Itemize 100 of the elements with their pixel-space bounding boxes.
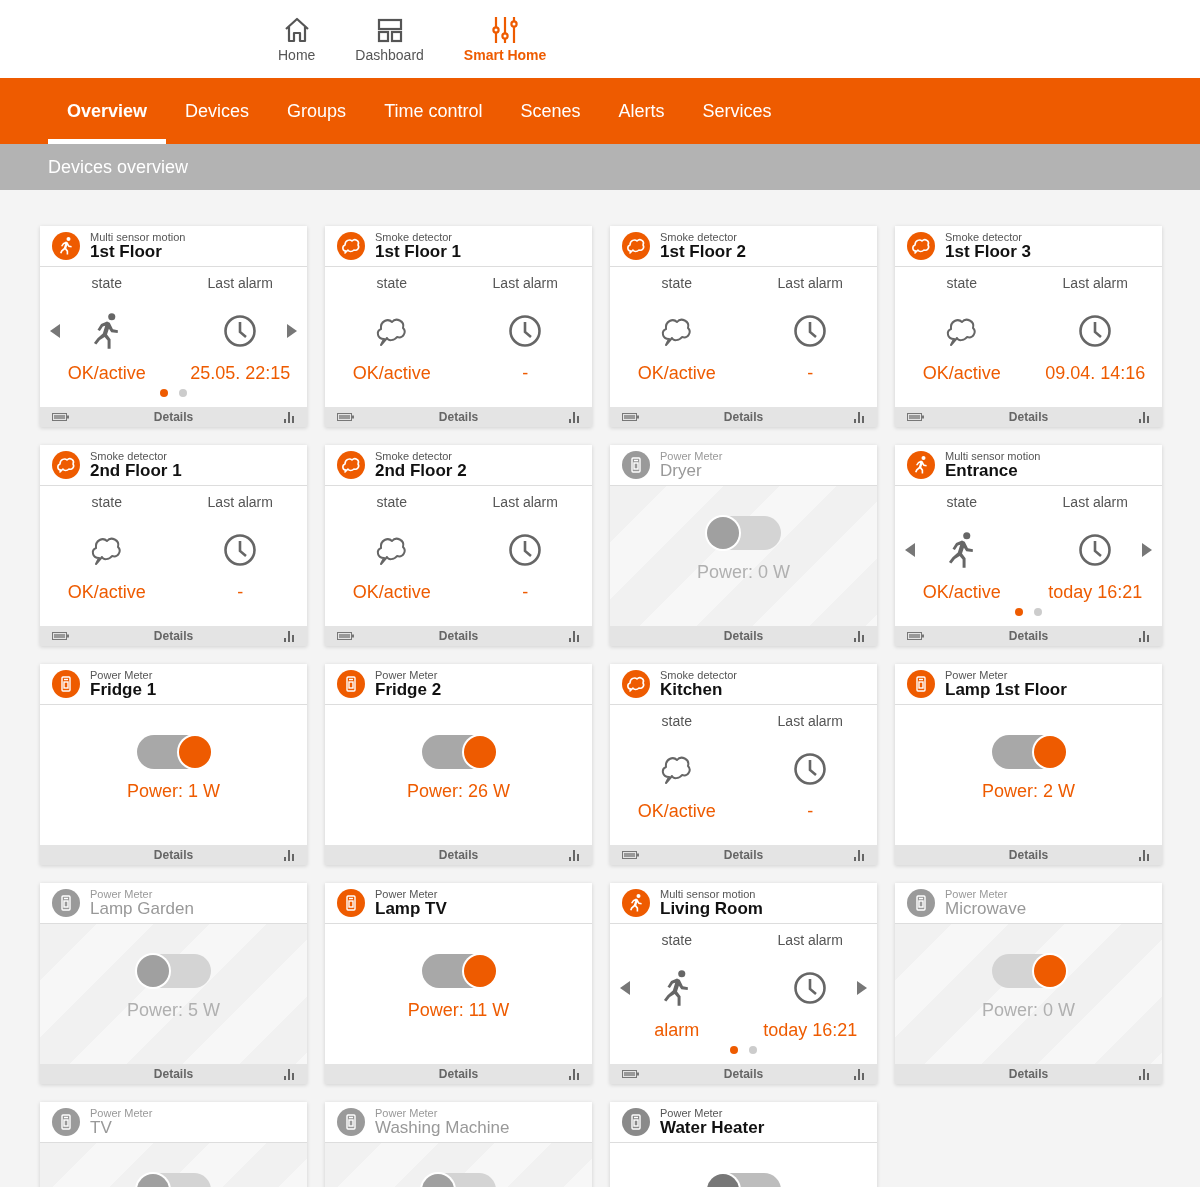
power-meter-icon (337, 1108, 365, 1136)
page-dot[interactable] (1015, 608, 1023, 616)
clock-icon (793, 314, 828, 348)
last-alarm-value: 09.04. 14:16 (1044, 363, 1147, 384)
state-value: OK/active (351, 582, 432, 603)
device-type: Multi sensor motion (660, 887, 757, 900)
next-arrow[interactable] (857, 981, 867, 995)
last-alarm-value: 25.05. 22:15 (189, 363, 292, 384)
battery-icon (52, 413, 69, 421)
state-value: OK/active (66, 363, 147, 384)
battery-icon (337, 413, 354, 421)
smoke-icon (622, 232, 650, 260)
state-value: OK/active (921, 582, 1002, 603)
tab[interactable]: Alerts (599, 78, 684, 144)
page-dot[interactable] (730, 1046, 738, 1054)
device-type: Smoke detector (90, 449, 169, 462)
battery-icon (622, 1070, 639, 1078)
device-type: Power Meter (945, 668, 1009, 681)
bar-chart-icon (1139, 630, 1150, 642)
device-name: Fridge 2 (375, 680, 442, 700)
bar-chart-icon (284, 630, 295, 642)
tab[interactable]: Devices (166, 78, 269, 144)
device-type: Power Meter (90, 887, 154, 900)
last-alarm-label: Last alarm (1061, 275, 1129, 291)
device-name: Lamp Garden (90, 899, 194, 919)
clock-icon (793, 971, 828, 1005)
last-alarm-label: Last alarm (206, 494, 274, 510)
device-name: Kitchen (660, 680, 724, 700)
bar-chart-icon (854, 630, 865, 642)
state-label: state (660, 713, 693, 729)
power-reading: Power: 1 W (127, 781, 220, 802)
bar-chart-icon (284, 411, 295, 423)
device-type: Smoke detector (375, 449, 454, 462)
clock-icon (508, 533, 543, 567)
tab[interactable]: Time control (365, 78, 502, 144)
device-type: Smoke detector (660, 230, 739, 243)
toggle-switch[interactable] (136, 735, 211, 769)
nav-item[interactable]: Smart Home (453, 0, 557, 78)
bar-chart-icon (854, 1068, 865, 1080)
device-name: Microwave (945, 899, 1027, 919)
clock-icon (223, 533, 258, 567)
battery-icon (907, 413, 924, 421)
last-alarm-value: today 16:21 (762, 1020, 859, 1041)
bar-chart-icon (854, 411, 865, 423)
power-meter-icon (337, 670, 365, 698)
power-reading: Power: 11 W (407, 1000, 510, 1021)
state-value: alarm (653, 1020, 701, 1041)
smoke-icon (337, 232, 365, 260)
bar-chart-icon (284, 1068, 295, 1080)
running-person-icon (622, 889, 650, 917)
device-type: Multi sensor motion (90, 230, 186, 243)
left-triangle-icon (905, 543, 915, 557)
next-arrow[interactable] (287, 324, 297, 338)
device-name: 1st Floor 2 (660, 242, 746, 262)
bar-chart-icon (854, 849, 865, 861)
battery-icon (52, 632, 69, 640)
nav-item[interactable]: Dashboard (345, 0, 434, 78)
tab[interactable]: Services (683, 78, 791, 144)
running-person-icon (907, 451, 935, 479)
next-arrow[interactable] (1142, 543, 1152, 557)
previous-arrow[interactable] (905, 543, 915, 557)
state-label: state (660, 275, 693, 291)
device-name: 1st Floor 1 (375, 242, 461, 262)
clock-icon (223, 314, 258, 348)
last-alarm-value: - (521, 363, 530, 384)
device-type: Power Meter (375, 668, 439, 681)
smoke-icon (907, 232, 935, 260)
bar-chart-icon (569, 411, 580, 423)
nav-item[interactable]: Home (268, 0, 326, 78)
toggle-switch[interactable] (421, 735, 496, 769)
state-value: OK/active (636, 363, 717, 384)
left-triangle-icon (620, 981, 630, 995)
page-dot[interactable] (160, 389, 168, 397)
device-name: Entrance (945, 461, 1019, 481)
device-name: TV (90, 1118, 113, 1138)
state-label: state (375, 494, 408, 510)
page-dot[interactable] (179, 389, 187, 397)
left-triangle-icon (50, 324, 60, 338)
last-alarm-label: Last alarm (776, 275, 844, 291)
last-alarm-value: - (806, 801, 815, 822)
power-reading: Power: 5 W (127, 1000, 220, 1021)
power-meter-icon (622, 1108, 650, 1136)
device-type: Power Meter (375, 887, 439, 900)
bar-chart-icon (1139, 411, 1150, 423)
state-value: OK/active (921, 363, 1002, 384)
toggle-switch[interactable] (421, 954, 496, 988)
tab[interactable]: Scenes (501, 78, 600, 144)
battery-icon (622, 413, 639, 421)
page-dot[interactable] (749, 1046, 757, 1054)
page-dot[interactable] (1034, 608, 1042, 616)
tab[interactable]: Groups (268, 78, 366, 144)
previous-arrow[interactable] (50, 324, 60, 338)
last-alarm-label: Last alarm (776, 713, 844, 729)
last-alarm-value: - (236, 582, 245, 603)
power-reading: Power: 0 W (982, 1000, 1075, 1021)
state-label: state (660, 932, 693, 948)
device-type: Multi sensor motion (945, 449, 1041, 462)
toggle-switch[interactable] (991, 735, 1066, 769)
section-title: Devices overview (48, 156, 189, 178)
previous-arrow[interactable] (620, 981, 630, 995)
